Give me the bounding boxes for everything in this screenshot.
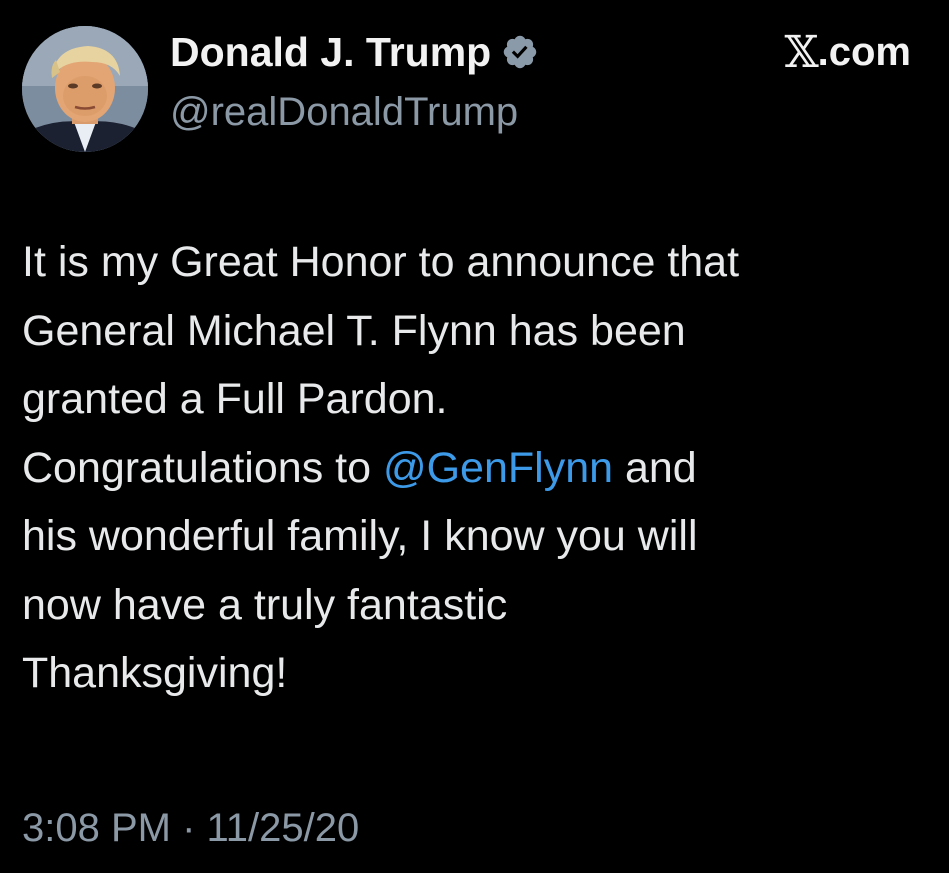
tweet-line-text: Congratulations to: [22, 443, 383, 492]
tweet-line: his wonderful family, I know you will: [22, 512, 698, 560]
tweet-timestamp[interactable]: 3:08 PM · 11/25/20: [22, 806, 359, 851]
tweet-line: now have a truly fantastic: [22, 580, 508, 629]
source-domain: .com: [817, 29, 911, 74]
author-name-row: Donald J. Trump: [170, 28, 539, 76]
tweet-line: It is my Great Honor to announce that: [22, 238, 740, 286]
x-logo-icon: 𝕏: [784, 26, 819, 78]
timestamp-date: 11/25/20: [206, 806, 360, 850]
source-label: 𝕏 .com: [784, 26, 912, 78]
tweet-line: General Michael T. Flynn has been: [22, 306, 686, 355]
author-display-name[interactable]: Donald J. Trump: [170, 29, 491, 76]
tweet-line-with-mention: Congratulations to @GenFlynn and: [22, 434, 932, 503]
tweet-text: It is my Great Honor to announce that Ge…: [22, 228, 932, 708]
timestamp-separator: ·: [170, 806, 207, 850]
avatar-image: [22, 26, 148, 152]
tweet-line: Thanksgiving!: [22, 649, 288, 697]
verified-badge-icon: [501, 33, 539, 71]
tweet-line-text: and: [613, 443, 697, 492]
tweet-card: Donald J. Trump @realDonaldTrump 𝕏 .com …: [0, 0, 949, 873]
mention-link[interactable]: @GenFlynn: [383, 444, 613, 492]
author-handle[interactable]: @realDonaldTrump: [170, 90, 518, 135]
tweet-line: granted a Full Pardon.: [22, 375, 448, 423]
profile-avatar[interactable]: [22, 26, 148, 152]
timestamp-time: 3:08 PM: [22, 806, 171, 850]
